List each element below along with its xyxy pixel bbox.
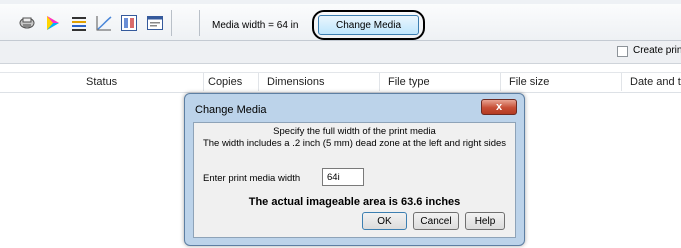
change-media-button[interactable]: Change Media [318, 15, 419, 35]
cancel-button[interactable]: Cancel [413, 212, 459, 230]
options-bar [0, 41, 681, 64]
close-button[interactable]: x [481, 99, 517, 115]
media-width-label: Media width = 64 in [212, 20, 299, 31]
toolbar-separator [171, 10, 172, 36]
printer-icon[interactable] [18, 14, 36, 32]
toolbar: Media width = 64 in Change Media [0, 4, 681, 41]
change-media-dialog: Change Media x Specify the full width of… [184, 93, 525, 246]
create-print-label: Create prin [633, 45, 681, 56]
color-icon[interactable] [44, 14, 62, 32]
close-icon: x [495, 101, 503, 113]
curve-icon[interactable] [95, 14, 113, 32]
actual-area-text: The actual imageable area is 63.6 inches [248, 196, 461, 208]
column-divider[interactable] [500, 73, 501, 91]
window-icon[interactable] [146, 14, 164, 32]
dialog-title: Change Media [195, 104, 267, 116]
column-header-copies[interactable]: Copies [208, 76, 242, 88]
media-width-input[interactable] [322, 168, 364, 186]
column-header-dimensions[interactable]: Dimensions [267, 76, 324, 88]
column-divider[interactable] [203, 73, 204, 91]
dialog-body: Specify the full width of the print medi… [193, 122, 516, 238]
create-print-checkbox[interactable] [617, 46, 628, 57]
column-header-status[interactable]: Status [86, 76, 117, 88]
column-divider[interactable] [621, 73, 622, 91]
column-header-file-size[interactable]: File size [509, 76, 549, 88]
help-button[interactable]: Help [465, 212, 505, 230]
column-header-date[interactable]: Date and ti [630, 76, 681, 88]
toolbar-separator [199, 10, 200, 36]
instruction-line-1: Specify the full width of the print medi… [273, 126, 436, 137]
instruction-line-2: The width includes a .2 inch (5 mm) dead… [202, 138, 507, 149]
column-header-file-type[interactable]: File type [388, 76, 430, 88]
align-icon[interactable] [70, 14, 88, 32]
spacer [0, 64, 681, 72]
column-divider[interactable] [258, 73, 259, 91]
layout-icon[interactable] [120, 14, 138, 32]
media-width-field-label: Enter print media width [203, 173, 301, 184]
ok-button[interactable]: OK [362, 212, 407, 230]
column-divider[interactable] [379, 73, 380, 91]
